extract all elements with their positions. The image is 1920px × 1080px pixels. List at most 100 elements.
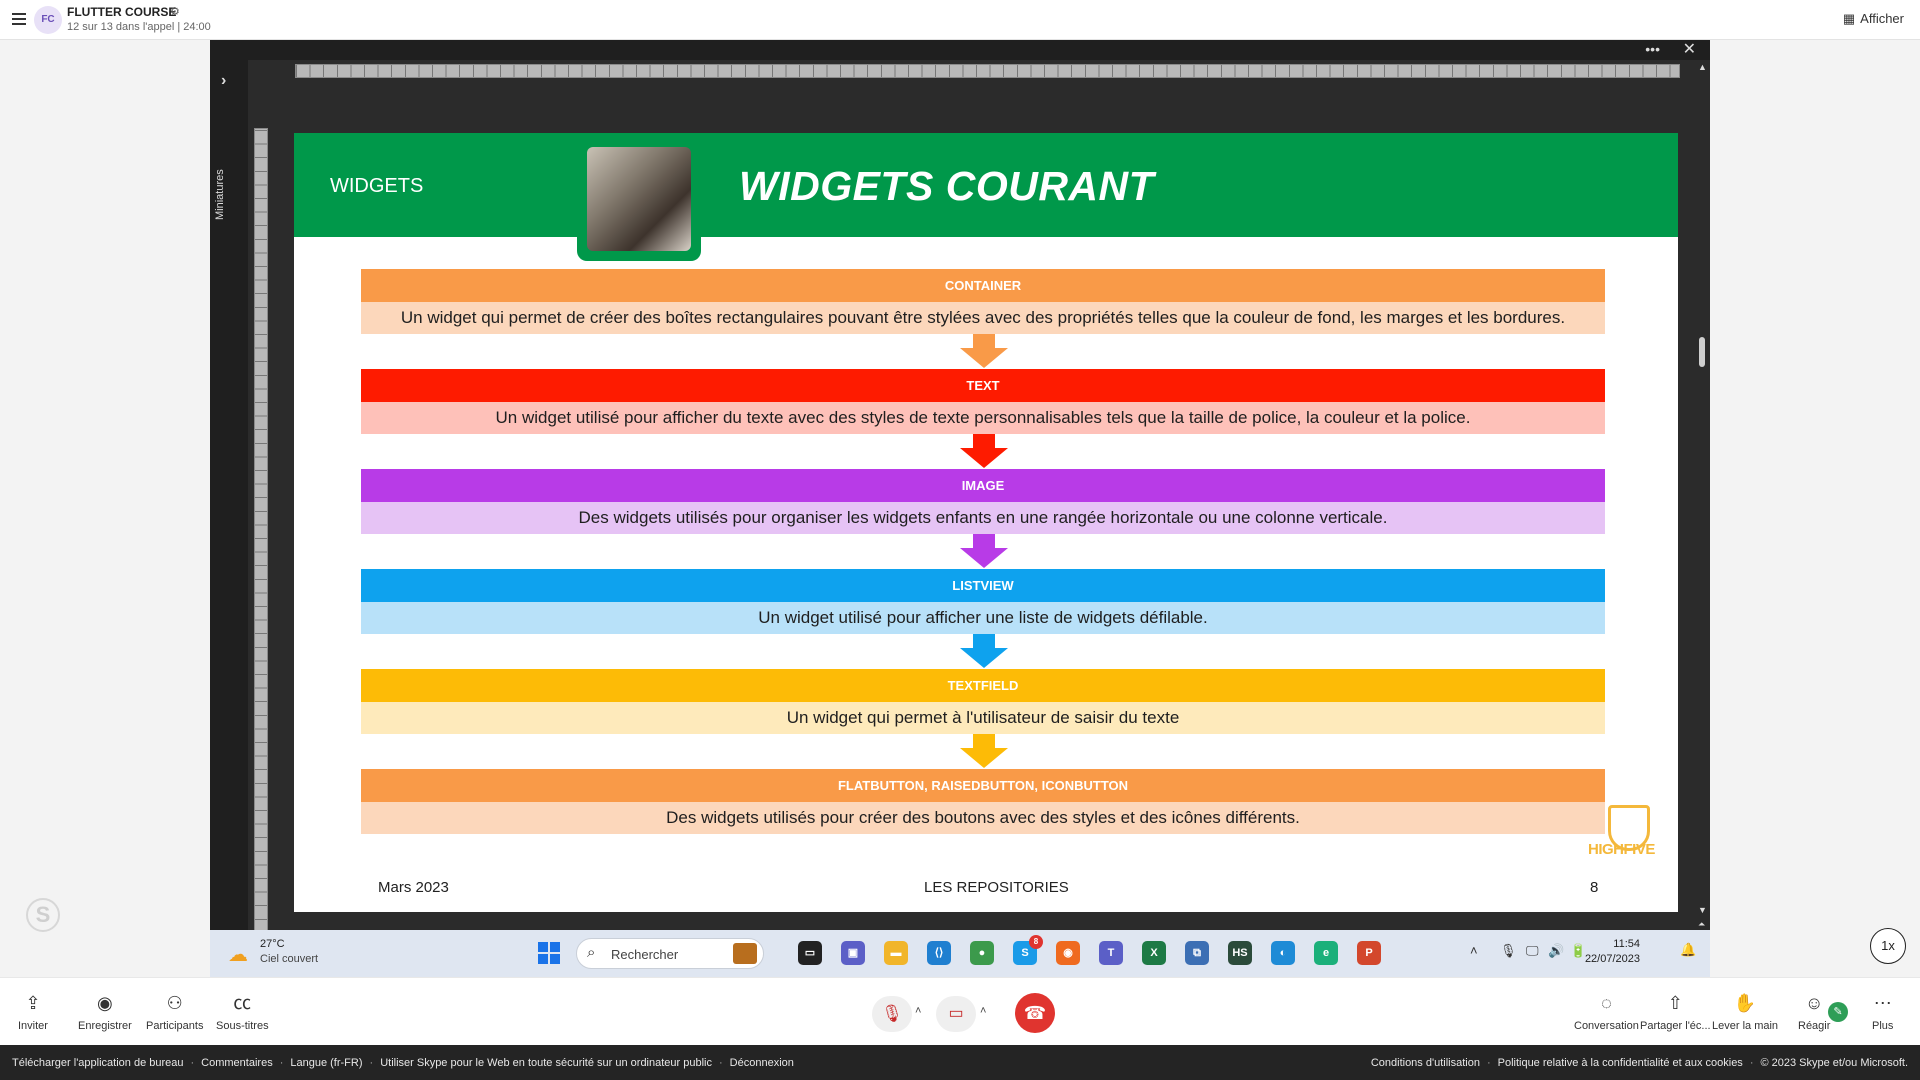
share-screen-button[interactable]: ⇧ Partager l'éc...: [1640, 992, 1711, 1032]
taskbar-search[interactable]: ⌕ Rechercher: [576, 938, 764, 969]
more-options-icon[interactable]: •••: [1645, 40, 1660, 58]
down-arrow-icon: [960, 434, 1008, 468]
footer-link[interactable]: Télécharger l'application de bureau: [12, 1057, 184, 1069]
call-header: FC FLUTTER COURSE ⚙ 12 sur 13 dans l'app…: [0, 0, 1920, 40]
conversation-button[interactable]: ◌ Conversation: [1574, 992, 1639, 1032]
microphone-icon[interactable]: 🎙: [1500, 943, 1517, 959]
slide-header-band: WIDGETS WIDGETS COURANT: [294, 133, 1678, 237]
vertical-ruler: [254, 128, 268, 948]
notification-bell-icon[interactable]: 🔔: [1680, 942, 1696, 958]
camera-off-button[interactable]: ▭: [936, 996, 976, 1032]
teams-icon[interactable]: T: [1099, 941, 1123, 965]
weather-description: Ciel couvert: [260, 953, 319, 965]
record-button[interactable]: ◉ Enregistrer: [78, 992, 132, 1032]
slide-section-label: WIDGETS: [330, 175, 424, 197]
footer-link[interactable]: Utiliser Skype pour le Web en toute sécu…: [380, 1057, 712, 1069]
more-label: Plus: [1872, 1020, 1894, 1032]
horizontal-ruler: [295, 64, 1680, 78]
cc-icon: ㏄: [233, 993, 252, 1013]
thumbnails-label[interactable]: Miniatures: [214, 169, 226, 220]
vertical-scrollbar[interactable]: ▲ ▼ ⏶ ⏷: [1696, 62, 1708, 947]
slide-footer-text: LES REPOSITORIES: [924, 879, 1069, 896]
file-explorer-icon[interactable]: ▬: [884, 941, 908, 965]
chevron-right-icon[interactable]: ›: [221, 72, 226, 90]
afficher-button[interactable]: ▦ Afficher: [1843, 11, 1904, 27]
raise-hand-button[interactable]: ✋ Lever la main: [1712, 992, 1778, 1032]
close-icon[interactable]: ✕: [1683, 40, 1696, 60]
teams-chat-icon[interactable]: ▣: [841, 941, 865, 965]
down-arrow-icon: [960, 534, 1008, 568]
footer-left-links: Télécharger l'application de bureau · Comm…: [12, 1057, 794, 1069]
chevron-up-icon[interactable]: ˄: [980, 1005, 986, 1017]
thumbnails-panel: › Miniatures: [210, 60, 248, 950]
skype-icon[interactable]: S8: [1013, 935, 1043, 965]
subtitles-button[interactable]: ㏄ Sous-titres: [216, 992, 269, 1032]
scrollbar-thumb[interactable]: [1699, 337, 1705, 367]
phone-hangup-icon: ☎: [1023, 1003, 1047, 1023]
footer-link[interactable]: Conditions d'utilisation: [1371, 1057, 1480, 1069]
footer-separator: ·: [279, 1057, 284, 1069]
hamburger-menu-icon[interactable]: [12, 13, 26, 25]
chrome-icon[interactable]: ●: [970, 941, 994, 965]
skype-logo-icon: S: [26, 898, 60, 932]
slide-title: WIDGETS COURANT: [739, 163, 1155, 209]
scroll-down-icon[interactable]: ▼: [1698, 905, 1707, 915]
more-button[interactable]: ⋯ Plus: [1872, 992, 1893, 1032]
volume-icon[interactable]: 🔊: [1548, 943, 1564, 959]
vscode-icon[interactable]: ⟨⟩: [927, 941, 951, 965]
invite-button[interactable]: ⇪ Inviter: [18, 992, 48, 1032]
chevron-up-icon[interactable]: ˄: [915, 1005, 921, 1017]
taskbar-date[interactable]: 22/07/2023: [1584, 953, 1640, 965]
arrow-shaft: [973, 534, 995, 548]
presenter-titlebar: ••• ✕: [210, 40, 1710, 60]
camera-off-icon: ▭: [948, 1005, 964, 1022]
speed-button[interactable]: 1x: [1870, 928, 1906, 964]
react-button[interactable]: ☺ Réagir: [1798, 992, 1830, 1032]
search-placeholder: Rechercher: [611, 947, 679, 962]
chat-icon: ◌: [1601, 993, 1612, 1013]
arrow-shaft: [973, 334, 995, 348]
hs-app-icon[interactable]: HS: [1228, 941, 1252, 965]
scroll-up-icon[interactable]: ▲: [1698, 62, 1707, 72]
invite-label: Inviter: [18, 1020, 48, 1032]
tray-chevron-icon[interactable]: ˄: [1470, 943, 1478, 958]
share-screen-icon: ⇧: [1667, 993, 1683, 1013]
excel-icon[interactable]: X: [1142, 941, 1166, 965]
footer-link[interactable]: Déconnexion: [730, 1057, 794, 1069]
monitor-icon[interactable]: 🖵: [1526, 943, 1539, 959]
mute-microphone-button[interactable]: 🎙: [872, 996, 912, 1032]
group-avatar[interactable]: FC: [34, 6, 62, 34]
taskbar-time[interactable]: 11:54: [1584, 938, 1640, 950]
footer-link[interactable]: © 2023 Skype et/ou Microsoft.: [1760, 1057, 1908, 1069]
footer-link[interactable]: Langue (fr-FR): [290, 1057, 362, 1069]
call-controls-bar: ⇪ Inviter ◉ Enregistrer ⚇ Participants ㏄ Sous-t…: [0, 977, 1920, 1045]
search-icon: ⌕: [587, 944, 596, 961]
footer-separator: ·: [719, 1057, 723, 1069]
edge-icon[interactable]: e: [1314, 941, 1338, 965]
footer-link[interactable]: Commentaires: [201, 1057, 273, 1069]
widget-box-description: Des widgets utilisés pour organiser les …: [361, 502, 1605, 534]
task-view-icon[interactable]: ▭: [798, 941, 822, 965]
remote-desktop-icon[interactable]: ⧉: [1185, 941, 1209, 965]
conversation-label: Conversation: [1574, 1020, 1639, 1032]
footer-link[interactable]: Politique relative à la confidentialité …: [1498, 1057, 1743, 1069]
edge-dev-icon[interactable]: ◐: [1271, 941, 1295, 965]
footer-separator: ·: [1486, 1057, 1491, 1069]
windows-start-icon[interactable]: [538, 942, 560, 964]
widget-box-description: Des widgets utilisés pour créer des bout…: [361, 802, 1605, 834]
slide-photo: [577, 137, 701, 261]
widget-box-title: FLATBUTTON, RAISEDBUTTON, ICONBUTTON: [361, 769, 1605, 802]
previous-slide-icon[interactable]: ⏶: [1698, 919, 1705, 930]
arrow-shaft: [973, 634, 995, 648]
people-icon: ⚇: [166, 993, 183, 1013]
settings-gear-icon[interactable]: ⚙: [170, 5, 180, 18]
widget-box-title: IMAGE: [361, 469, 1605, 502]
participants-button[interactable]: ⚇ Participants: [146, 992, 203, 1032]
slide-date: Mars 2023: [378, 879, 449, 896]
powerpoint-icon[interactable]: P: [1357, 941, 1381, 965]
firefox-icon[interactable]: ◉: [1056, 941, 1080, 965]
hang-up-button[interactable]: ☎: [1015, 993, 1055, 1033]
widget-box-description: Un widget utilisé pour afficher du texte…: [361, 402, 1605, 434]
widget-box-title: LISTVIEW: [361, 569, 1605, 602]
call-title: FLUTTER COURSE: [67, 5, 177, 19]
